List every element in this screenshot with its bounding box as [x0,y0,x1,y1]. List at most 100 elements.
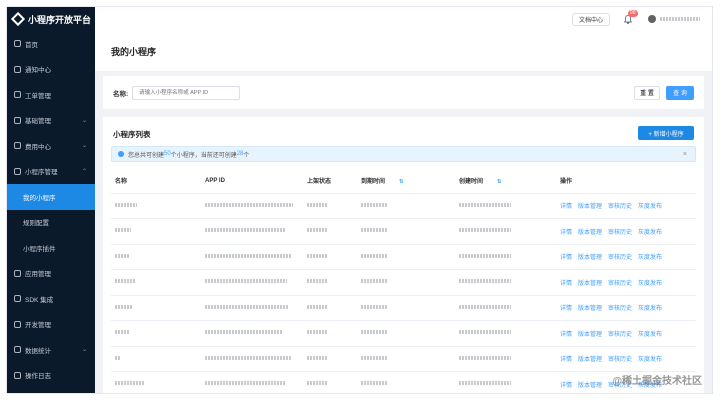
miniapp-icon [14,167,21,175]
sidebar-item-plugins[interactable]: 小程序插件 [7,235,95,261]
appid-redacted [205,253,291,258]
status-redacted [307,330,327,335]
version-link[interactable]: 版本管理 [578,306,602,312]
main-content: 我的小程序 名称: 重 置 查 询 小程序列表 + 新增小程序 您总共可创建50… [95,31,712,393]
quota-total: 50 [164,151,171,157]
page-title: 我的小程序 [95,31,712,71]
sidebar-item-sdk[interactable]: SDK 集成 [7,286,95,312]
detail-link[interactable]: 详情 [560,383,572,389]
reset-button[interactable]: 重 置 [634,85,660,100]
audit-history-link[interactable]: 审核历史 [608,230,632,236]
appid-redacted [205,202,293,207]
version-link[interactable]: 版本管理 [578,281,602,287]
table-row: 详情 版本管理 审核历史 灰度发布 [111,346,696,372]
table-row: 详情 版本管理 审核历史 灰度发布 [111,193,696,219]
version-link[interactable]: 版本管理 [578,204,602,210]
col-expire[interactable]: 到期时间 ⇅ [357,169,455,194]
table-row: 详情 版本管理 审核历史 灰度发布 [111,320,696,347]
version-link[interactable]: 版本管理 [578,255,602,261]
sort-icon[interactable]: ⇅ [399,179,404,185]
sidebar-item-billing[interactable]: 费用中心 ⌄ [7,133,95,159]
sidebar-item-home[interactable]: 首页 [7,31,95,57]
row-actions: 详情 版本管理 审核历史 灰度发布 [556,193,696,219]
gray-release-link[interactable]: 灰度发布 [638,204,662,210]
col-created[interactable]: 创建时间 ⇅ [455,169,556,194]
detail-link[interactable]: 详情 [560,332,572,338]
table-body: 详情 版本管理 审核历史 灰度发布 详情 版本管理 审核历史 灰度发布 详情 版本管理 审核历史 灰度… [111,193,696,393]
appid-redacted [205,228,285,233]
expire-redacted [361,202,387,207]
sidebar-item-apps[interactable]: 应用管理 [7,261,95,287]
expire-redacted [361,228,387,233]
expire-redacted [361,330,387,335]
avatar [648,15,656,23]
chevron-up-icon: ⌃ [81,168,87,175]
detail-link[interactable]: 详情 [560,357,572,363]
row-actions: 详情 版本管理 审核历史 灰度发布 [556,346,696,372]
sidebar-item-logs[interactable]: 操作日志 [7,363,95,389]
row-actions: 详情 版本管理 审核历史 灰度发布 [556,269,696,296]
sidebar-item-basic[interactable]: 基础管理 ⌄ [7,108,95,134]
expire-redacted [361,253,387,258]
gray-release-link[interactable]: 灰度发布 [638,332,662,338]
brand[interactable]: 小程序开放平台 [7,7,95,31]
status-redacted [307,279,327,284]
sidebar-item-miniapp-mgmt[interactable]: 小程序管理 ⌃ [7,159,95,185]
name-redacted [115,381,145,386]
gray-release-link[interactable]: 灰度发布 [638,281,662,287]
settings-icon [14,116,21,124]
sidebar-item-rules[interactable]: 规则配置 [7,210,95,236]
status-redacted [307,381,327,386]
sort-icon[interactable]: ⇅ [497,179,502,185]
home-icon [14,40,21,48]
audit-history-link[interactable]: 审核历史 [608,255,632,261]
name-redacted [115,304,133,309]
notification-bell[interactable]: 99 [623,9,638,24]
query-button[interactable]: 查 询 [666,85,694,100]
gray-release-link[interactable]: 灰度发布 [638,255,662,261]
expire-redacted [361,381,387,386]
quota-alert: 您总共可创建 50 个小程序，当前还可创建 28 个 × [111,146,696,162]
audit-history-link[interactable]: 审核历史 [608,357,632,363]
col-name: 名称 [111,169,201,194]
version-link[interactable]: 版本管理 [578,383,602,389]
user-menu[interactable] [648,15,700,23]
audit-history-link[interactable]: 审核历史 [608,332,632,338]
doc-center-button[interactable]: 文档中心 [571,12,610,26]
sidebar-item-stats[interactable]: 数据统计 ⌄ [7,337,95,363]
version-link[interactable]: 版本管理 [578,332,602,338]
name-redacted [115,202,137,207]
list-title: 小程序列表 [113,130,151,139]
detail-link[interactable]: 详情 [560,306,572,312]
table-row: 详情 版本管理 审核历史 灰度发布 [111,218,696,245]
search-input[interactable] [132,85,241,100]
audit-history-link[interactable]: 审核历史 [608,204,632,210]
gray-release-link[interactable]: 灰度发布 [638,306,662,312]
close-icon[interactable]: × [683,151,687,158]
gray-release-link[interactable]: 灰度发布 [638,357,662,363]
detail-link[interactable]: 详情 [560,230,572,236]
version-link[interactable]: 版本管理 [578,230,602,236]
audit-history-link[interactable]: 审核历史 [608,281,632,287]
sidebar-item-tickets[interactable]: 工单管理 [7,82,95,108]
detail-link[interactable]: 详情 [560,204,572,210]
notification-badge: 99 [628,9,638,17]
row-actions: 详情 版本管理 审核历史 灰度发布 [556,218,696,245]
audit-history-link[interactable]: 审核历史 [608,306,632,312]
sidebar: 小程序开放平台 首页 通知中心 工单管理 基础管理 ⌄ 费用中心 ⌄ 小程序管理 ⌃ … [7,7,95,393]
version-link[interactable]: 版本管理 [578,357,602,363]
table-row: 详情 版本管理 审核历史 灰度发布 [111,244,696,270]
add-miniapp-button[interactable]: + 新增小程序 [638,126,694,140]
detail-link[interactable]: 详情 [560,281,572,287]
gray-release-link[interactable]: 灰度发布 [638,230,662,236]
sidebar-item-my-miniapps[interactable]: 我的小程序 [7,184,95,210]
sidebar-item-notifications[interactable]: 通知中心 [7,57,95,83]
name-redacted [115,279,135,284]
detail-link[interactable]: 详情 [560,255,572,261]
created-redacted [459,279,511,284]
name-redacted [115,253,129,258]
created-redacted [459,330,511,335]
appid-redacted [205,381,285,386]
sidebar-item-dev[interactable]: 开发管理 [7,312,95,338]
chart-icon [14,346,21,354]
